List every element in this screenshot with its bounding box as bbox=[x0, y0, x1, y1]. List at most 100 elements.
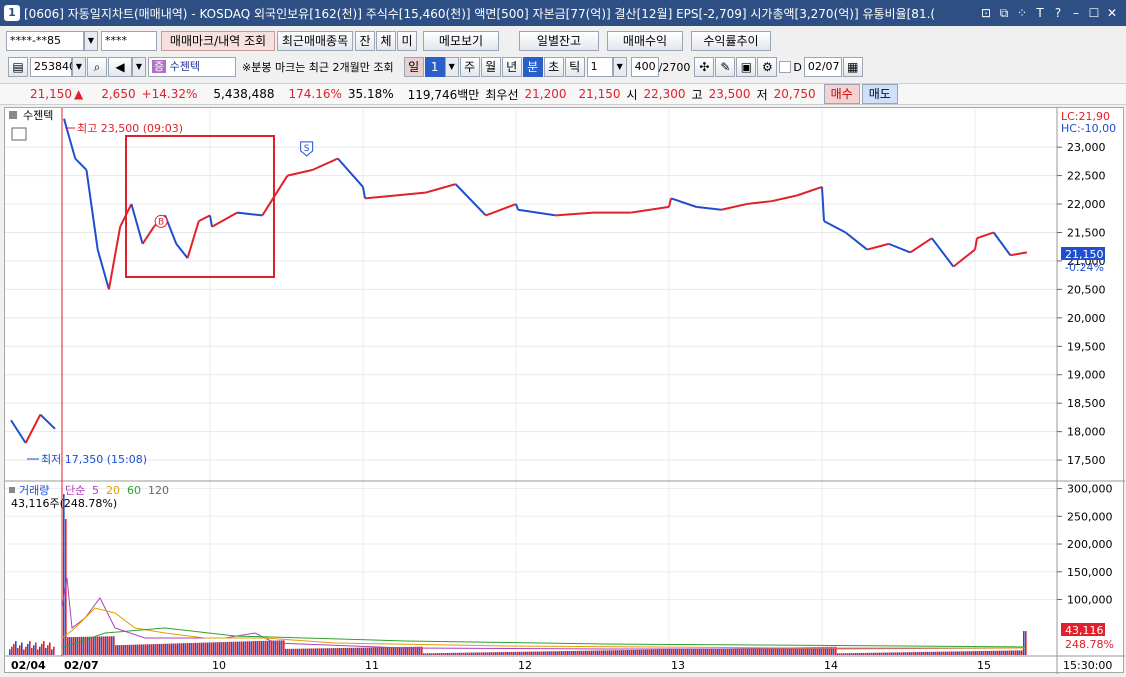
volume-bar bbox=[445, 652, 447, 655]
volume-bar bbox=[69, 637, 71, 655]
recent-stocks-button[interactable]: 최근매매종목 bbox=[277, 31, 353, 51]
sell-button[interactable]: 매도 bbox=[861, 84, 898, 104]
volume-bar bbox=[459, 652, 461, 655]
volume-bar bbox=[231, 641, 233, 655]
period-number[interactable]: 1 bbox=[424, 57, 445, 77]
volume-bar bbox=[893, 652, 895, 655]
date-label: 02/07 bbox=[64, 659, 99, 672]
daily-balance-button[interactable]: 일별잔고 bbox=[519, 31, 599, 51]
interval-input[interactable]: 1 bbox=[586, 57, 613, 77]
volume-bar bbox=[481, 652, 483, 655]
stock-name-field[interactable]: 증 수젠텍 bbox=[148, 57, 236, 77]
draw-tool-icon[interactable]: ✎ bbox=[715, 57, 736, 77]
volume-bar bbox=[517, 651, 519, 655]
settings-icon[interactable]: ⚙ bbox=[757, 57, 778, 77]
volume-bar bbox=[503, 652, 505, 655]
ma20-label: 20 bbox=[106, 484, 120, 497]
price-segment bbox=[141, 226, 155, 245]
volume-bar bbox=[323, 648, 325, 655]
stock-list-icon[interactable]: ▤ bbox=[8, 57, 28, 77]
volume-bar bbox=[177, 643, 179, 655]
price-segment bbox=[312, 157, 339, 171]
volume-bar bbox=[49, 642, 51, 655]
volume-info: 43,116주(248.78%) bbox=[11, 497, 117, 510]
volume-bar bbox=[653, 649, 655, 655]
price-segment bbox=[555, 211, 594, 217]
volume-bar bbox=[157, 643, 159, 655]
volume-bar bbox=[797, 647, 799, 655]
volume-bar bbox=[679, 649, 681, 655]
period-dropdown-icon[interactable]: ▼ bbox=[444, 57, 459, 77]
volume-bar bbox=[505, 652, 507, 655]
period-week-button[interactable]: 주 bbox=[459, 57, 480, 77]
volume-bar bbox=[1001, 650, 1003, 655]
volume-bar bbox=[541, 651, 543, 655]
volume-title: 거래량 bbox=[19, 484, 49, 497]
code-dropdown-icon[interactable]: ▼ bbox=[72, 57, 86, 77]
volume-bar bbox=[91, 636, 93, 655]
date-input[interactable]: 02/07 bbox=[803, 57, 842, 77]
chart-panel[interactable]: 23,000 22,500 22,000 21,500 21,000 20,500 20,0… bbox=[4, 107, 1125, 674]
minimize-icon[interactable]: – bbox=[1068, 6, 1084, 21]
buy-mark-text: B bbox=[158, 217, 164, 227]
volume-bar bbox=[941, 651, 943, 655]
balance-button[interactable]: 잔 bbox=[355, 31, 375, 51]
volume-bar bbox=[397, 647, 399, 655]
account-input[interactable]: ****-**85 bbox=[6, 31, 84, 51]
link-icon[interactable]: ⊡ bbox=[978, 6, 994, 21]
save-icon[interactable]: ▣ bbox=[736, 57, 757, 77]
period-year-button[interactable]: 년 bbox=[501, 57, 522, 77]
volume-bar bbox=[439, 653, 441, 655]
executed-button[interactable]: 체 bbox=[376, 31, 396, 51]
volume-bar bbox=[111, 636, 113, 655]
badge-icon: 증 bbox=[152, 60, 167, 73]
profit-trend-button[interactable]: 수익률추이 bbox=[691, 31, 771, 51]
volume-bar bbox=[309, 648, 311, 655]
volume-bar bbox=[871, 652, 873, 655]
search-icon[interactable]: ⌕ bbox=[87, 57, 107, 77]
help-icon[interactable]: ? bbox=[1050, 6, 1066, 21]
stock-code-input[interactable]: 253840 bbox=[30, 57, 76, 77]
interval-dropdown-icon[interactable]: ▼ bbox=[612, 57, 627, 77]
volume-bar bbox=[141, 644, 143, 655]
period-minute-button[interactable]: 분 bbox=[522, 57, 543, 77]
password-input[interactable]: **** bbox=[101, 31, 157, 51]
period-month-button[interactable]: 월 bbox=[480, 57, 501, 77]
font-icon[interactable]: T bbox=[1032, 6, 1048, 21]
period-second-button[interactable]: 초 bbox=[543, 57, 564, 77]
account-dropdown-icon[interactable]: ▼ bbox=[84, 31, 98, 51]
volume-bar bbox=[711, 648, 713, 655]
trade-profit-button[interactable]: 매매수익 bbox=[607, 31, 683, 51]
volume-bar bbox=[383, 647, 385, 655]
volume-bar bbox=[863, 652, 865, 655]
count-input[interactable]: 400 bbox=[630, 57, 659, 77]
price-axis-label: 21,500 bbox=[1067, 226, 1106, 239]
calendar-icon[interactable]: ▦ bbox=[842, 57, 863, 77]
volume-bar bbox=[547, 651, 549, 655]
volume-bar bbox=[907, 652, 909, 655]
period-day-button[interactable]: 일 bbox=[403, 57, 424, 77]
volume-bar bbox=[591, 650, 593, 655]
buy-button[interactable]: 매수 bbox=[823, 84, 860, 104]
unfilled-button[interactable]: 미 bbox=[397, 31, 417, 51]
volume-bar bbox=[601, 650, 603, 655]
memo-button[interactable]: 메모보기 bbox=[423, 31, 499, 51]
restore-icon[interactable]: ⧉ bbox=[996, 6, 1012, 21]
speaker-dropdown-icon[interactable]: ▼ bbox=[132, 57, 146, 77]
close-icon[interactable]: ✕ bbox=[1104, 6, 1120, 21]
volume-bar bbox=[345, 647, 347, 655]
crosshair-icon[interactable]: ✣ bbox=[694, 57, 715, 77]
volume-bar bbox=[51, 649, 53, 655]
volume-bar bbox=[243, 641, 245, 655]
volume-bar bbox=[701, 648, 703, 655]
speaker-icon[interactable]: ◀ bbox=[108, 57, 132, 77]
period-tick-button[interactable]: 틱 bbox=[564, 57, 585, 77]
date-checkbox[interactable] bbox=[779, 61, 792, 73]
intraday-chart[interactable]: 23,00022,50022,00021,50021,00020,50020,0… bbox=[5, 108, 1125, 674]
ma5-label: 5 bbox=[92, 484, 99, 497]
volume-bar bbox=[491, 652, 493, 655]
dots-icon[interactable]: ⁘ bbox=[1014, 6, 1030, 21]
maximize-icon[interactable]: ☐ bbox=[1086, 6, 1102, 21]
volume-bar bbox=[115, 645, 117, 655]
mark-query-button[interactable]: 매매마크/내역 조회 bbox=[161, 31, 275, 51]
